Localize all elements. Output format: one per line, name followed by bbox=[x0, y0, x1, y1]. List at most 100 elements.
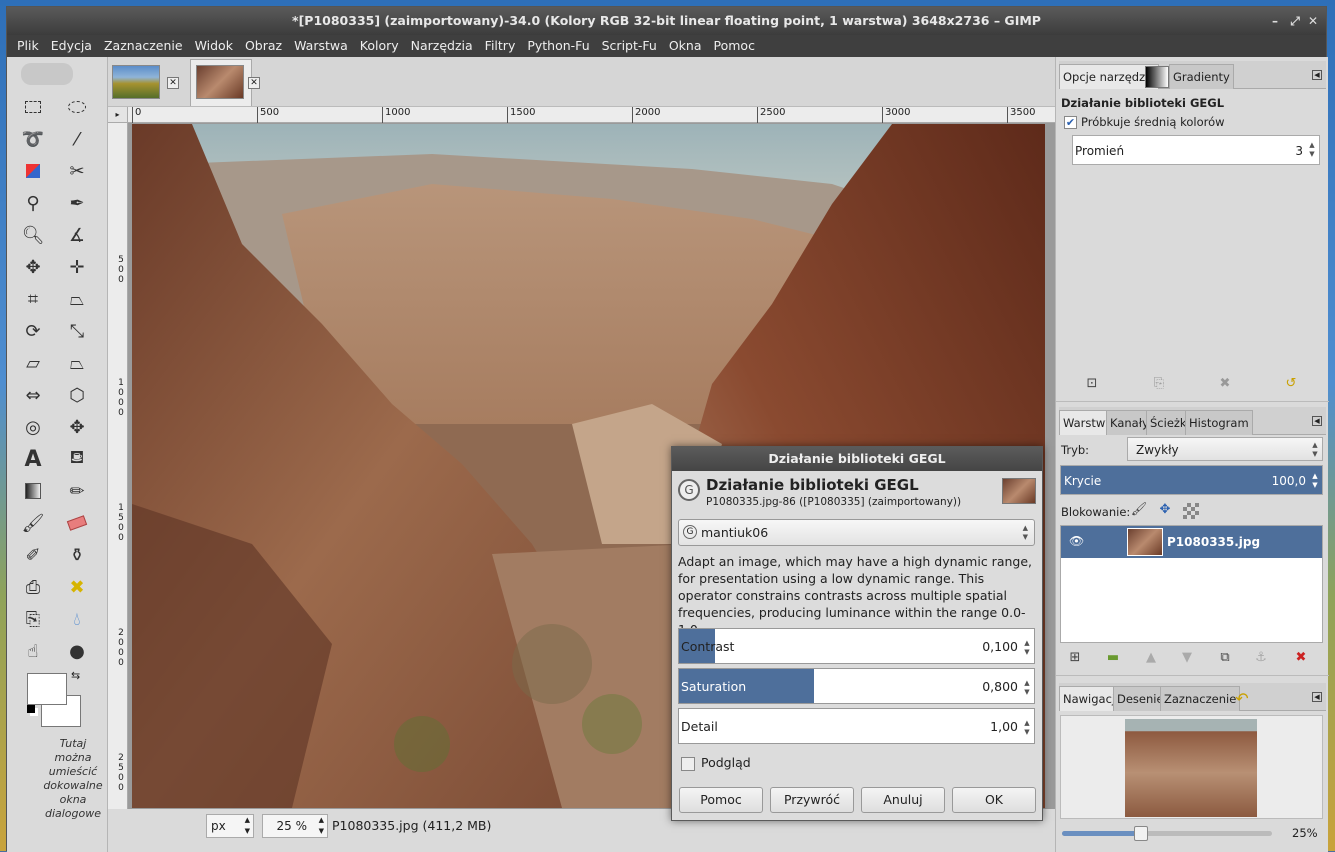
close-tab-1-icon[interactable]: ✕ bbox=[167, 77, 179, 89]
bucket-fill-icon[interactable]: ⛾ bbox=[63, 445, 91, 473]
pencil-icon[interactable]: ✏ bbox=[63, 477, 91, 505]
unit-select[interactable]: px ▲ ▼ bbox=[206, 814, 254, 838]
layer-row[interactable]: 👁︎ P1080335.jpg bbox=[1061, 526, 1322, 558]
scale-icon[interactable]: ⤡ bbox=[63, 317, 91, 345]
menu-filtry[interactable]: Filtry bbox=[479, 35, 522, 57]
save-options-icon[interactable]: ⊡ bbox=[1081, 373, 1103, 395]
restore-options-icon[interactable]: ⎘ bbox=[1148, 373, 1170, 395]
default-colors-icon[interactable] bbox=[27, 705, 35, 713]
quick-mask-toggle[interactable]: ▸ bbox=[108, 107, 128, 123]
panel-divider[interactable] bbox=[1056, 401, 1329, 405]
panel-menu-icon[interactable]: ◀ bbox=[1312, 416, 1322, 426]
rect-select-icon[interactable] bbox=[19, 93, 47, 121]
menu-plik[interactable]: Plik bbox=[7, 35, 45, 57]
panel-divider[interactable] bbox=[1056, 675, 1329, 679]
paintbrush-icon[interactable]: 🖌︎ bbox=[19, 509, 47, 537]
smudge-icon[interactable]: ☝ bbox=[19, 637, 47, 665]
tab-gradients[interactable]: Gradienty bbox=[1169, 64, 1234, 89]
delete-layer-icon[interactable]: ✖ bbox=[1290, 647, 1312, 669]
dialog-title-bar[interactable]: Działanie biblioteki GEGL bbox=[672, 447, 1042, 471]
zoom-slider-handle[interactable] bbox=[1134, 826, 1148, 841]
lock-pixels-icon[interactable]: 🖌︎ bbox=[1128, 499, 1150, 521]
perspective-icon[interactable]: ⏢ bbox=[63, 349, 91, 377]
clone-icon[interactable]: ⎙ bbox=[19, 573, 47, 601]
paths-icon[interactable]: ✒ bbox=[63, 189, 91, 217]
unified-transform-icon[interactable]: ⏢ bbox=[63, 285, 91, 313]
raise-layer-icon[interactable]: ▲ bbox=[1140, 647, 1162, 669]
menu-warstwa[interactable]: Warstwa bbox=[288, 35, 354, 57]
anchor-layer-icon[interactable]: ⚓ bbox=[1250, 647, 1272, 669]
new-layer-icon[interactable]: ⊞ bbox=[1064, 647, 1086, 669]
tab-histogram[interactable]: Histogram bbox=[1185, 410, 1253, 435]
preview-checkbox[interactable]: Podgląd bbox=[681, 755, 751, 771]
perspective-clone-icon[interactable]: ⎘ bbox=[19, 605, 47, 633]
sample-average-checkbox[interactable]: ✔ Próbkuje średnią kolorów bbox=[1064, 115, 1225, 129]
duplicate-layer-icon[interactable]: ⧉ bbox=[1214, 647, 1236, 669]
cage-transform-icon[interactable]: ⬡ bbox=[63, 381, 91, 409]
ink-icon[interactable]: ⚱ bbox=[63, 541, 91, 569]
ok-button[interactable]: OK bbox=[952, 787, 1036, 813]
menu-obraz[interactable]: Obraz bbox=[239, 35, 288, 57]
radius-spinner[interactable]: Promień 3 ▲ ▼ bbox=[1072, 135, 1320, 165]
airbrush-icon[interactable]: ✐ bbox=[19, 541, 47, 569]
rotate-icon[interactable]: ⟳ bbox=[19, 317, 47, 345]
reset-button[interactable]: Przywróć bbox=[770, 787, 854, 813]
menu-widok[interactable]: Widok bbox=[189, 35, 239, 57]
zoom-slider[interactable] bbox=[1062, 826, 1272, 841]
contrast-slider[interactable]: Contrast 0,100 ▲ ▼ bbox=[678, 628, 1035, 664]
magic-wand-icon[interactable]: ⁄ bbox=[63, 125, 91, 153]
operation-select[interactable]: G mantiuk06 ▲ ▼ bbox=[678, 519, 1035, 546]
visibility-eye-icon[interactable]: 👁︎ bbox=[1069, 534, 1084, 548]
shear-icon[interactable]: ▱ bbox=[19, 349, 47, 377]
title-bar[interactable]: *[P1080335] (zaimportowany)-34.0 (Kolory… bbox=[7, 7, 1326, 35]
spinner-arrows-icon[interactable]: ▲ ▼ bbox=[1310, 472, 1320, 490]
menu-pomoc[interactable]: Pomoc bbox=[708, 35, 761, 57]
spinner-arrows-icon[interactable]: ▲ ▼ bbox=[1022, 719, 1032, 737]
panel-menu-icon[interactable]: ◀ bbox=[1312, 70, 1322, 80]
saturation-slider[interactable]: Saturation 0,800 ▲ ▼ bbox=[678, 668, 1035, 704]
opacity-slider[interactable]: Krycie 100,0 ▲ ▼ bbox=[1060, 465, 1323, 495]
panel-menu-icon[interactable]: ◀ bbox=[1312, 692, 1322, 702]
eraser-icon[interactable] bbox=[63, 509, 91, 537]
lock-alpha-icon[interactable] bbox=[1183, 503, 1199, 519]
detail-slider[interactable]: Detail 1,00 ▲ ▼ bbox=[678, 708, 1035, 744]
swap-colors-icon[interactable]: ⇆ bbox=[71, 669, 80, 682]
menu-kolory[interactable]: Kolory bbox=[354, 35, 405, 57]
gradient-icon[interactable] bbox=[1145, 66, 1169, 88]
menu-okna[interactable]: Okna bbox=[663, 35, 708, 57]
crop-icon[interactable]: ⌗ bbox=[19, 285, 47, 313]
image-tab-2[interactable] bbox=[190, 59, 252, 106]
new-layer-group-icon[interactable]: ▬ bbox=[1102, 647, 1124, 669]
close-tab-2-icon[interactable]: ✕ bbox=[248, 77, 260, 89]
menu-script-fu[interactable]: Script-Fu bbox=[596, 35, 663, 57]
delete-options-icon[interactable]: ✖ bbox=[1214, 373, 1236, 395]
gradient-icon[interactable] bbox=[19, 477, 47, 505]
help-button[interactable]: Pomoc bbox=[679, 787, 763, 813]
horizontal-ruler[interactable]: 0 500 1000 1500 2000 2500 3000 3500 bbox=[128, 107, 1055, 123]
spinner-arrows-icon[interactable]: ▲ ▼ bbox=[1307, 141, 1317, 159]
text-tool-icon[interactable]: A bbox=[19, 445, 47, 473]
flip-icon[interactable]: ⇔ bbox=[19, 381, 47, 409]
handle-transform-icon[interactable]: ✥ bbox=[63, 413, 91, 441]
close-icon[interactable]: ✕ bbox=[1306, 14, 1320, 28]
navigation-preview[interactable] bbox=[1060, 715, 1323, 819]
reset-options-icon[interactable]: ↺ bbox=[1280, 373, 1302, 395]
blur-icon[interactable]: 💧︎ bbox=[63, 605, 91, 633]
spinner-arrows-icon[interactable]: ▲ ▼ bbox=[1022, 639, 1032, 657]
spinner-arrows-icon[interactable]: ▲ ▼ bbox=[1022, 679, 1032, 697]
cancel-button[interactable]: Anuluj bbox=[861, 787, 945, 813]
lasso-icon[interactable]: ➰ bbox=[19, 125, 47, 153]
lower-layer-icon[interactable]: ▼ bbox=[1176, 647, 1198, 669]
image-tab-thumbnail-1[interactable] bbox=[112, 65, 160, 99]
select-by-color-icon[interactable] bbox=[19, 157, 47, 185]
foreground-color-swatch[interactable] bbox=[27, 673, 67, 705]
heal-icon[interactable]: ✖ bbox=[63, 573, 91, 601]
align-icon[interactable]: ✛ bbox=[63, 253, 91, 281]
layer-name[interactable]: P1080335.jpg bbox=[1167, 535, 1260, 549]
mode-select[interactable]: Zwykły ▲ ▼ bbox=[1127, 437, 1323, 461]
foreground-select-icon[interactable]: ⚲ bbox=[19, 189, 47, 217]
dodge-burn-icon[interactable]: ● bbox=[63, 637, 91, 665]
warp-transform-icon[interactable]: ◎ bbox=[19, 413, 47, 441]
undo-history-icon[interactable]: ↶ bbox=[1229, 687, 1255, 711]
menu-zaznaczenie[interactable]: Zaznaczenie bbox=[98, 35, 189, 57]
